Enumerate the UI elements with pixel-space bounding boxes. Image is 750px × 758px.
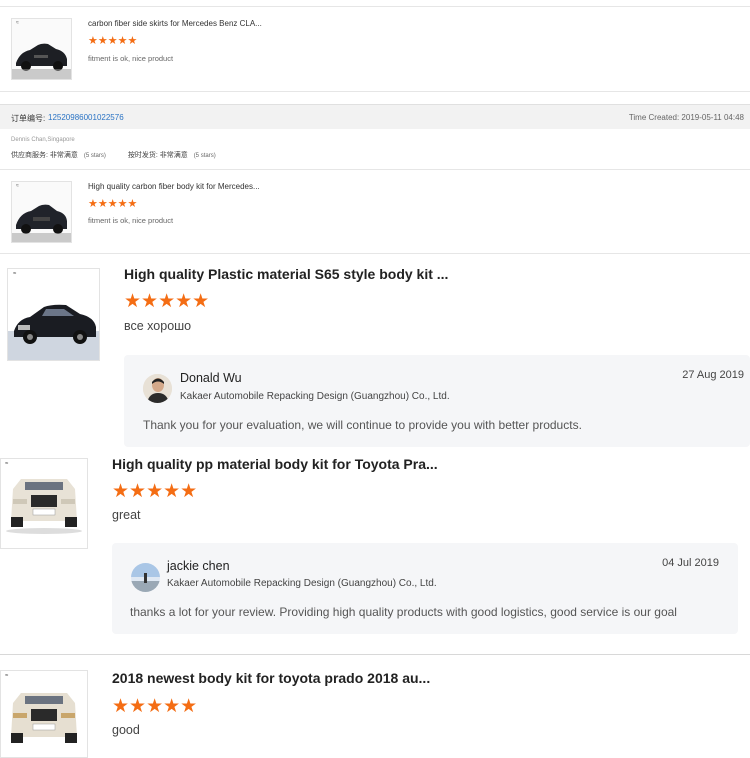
divider	[0, 169, 750, 170]
divider	[0, 91, 750, 92]
order-header: 订单编号: 12520986001022576 Time Created: 20…	[0, 104, 750, 129]
reply-author: jackie chen	[167, 559, 230, 573]
reply-text: Thank you for your evaluation, we will c…	[143, 418, 582, 432]
reply-company: Kakaer Automobile Repacking Design (Guan…	[180, 391, 450, 402]
product-title[interactable]: High quality pp material body kit for To…	[112, 456, 438, 472]
supplier-reply: jackie chen Kakaer Automobile Repacking …	[112, 543, 738, 634]
avatar	[143, 374, 172, 403]
review-comment: все хорошо	[124, 319, 192, 333]
divider	[0, 6, 750, 7]
review-comment: good	[112, 723, 140, 737]
service-label: 供应商服务:	[11, 152, 48, 159]
product-title[interactable]: 2018 newest body kit for toyota prado 20…	[112, 670, 430, 686]
brand-logo: ≈	[16, 183, 19, 189]
product-title[interactable]: High quality Plastic material S65 style …	[124, 266, 448, 282]
buyer-info: Dennis Chan,Singapore	[11, 137, 75, 143]
time-created: Time Created: 2019-05-11 04:48	[628, 113, 744, 122]
service-stars: (5 stars)	[83, 153, 106, 159]
review-comment: fitment is ok, nice product	[88, 54, 174, 63]
delivery-label: 按时发货:	[127, 152, 158, 159]
brand-logo: ≈	[13, 271, 17, 277]
service-value: 非常满意	[49, 152, 78, 159]
divider	[0, 253, 750, 254]
rating-stars: ★★★★★	[112, 696, 198, 717]
brand-logo: ≈	[16, 20, 19, 26]
rating-stars: ★★★★★	[112, 481, 198, 502]
brand-logo: ≈	[5, 673, 9, 679]
review-comment: fitment is ok, nice product	[88, 216, 174, 225]
rating-stars: ★★★★★	[124, 291, 210, 312]
product-thumbnail[interactable]: ≈	[11, 18, 72, 80]
reply-author: Donald Wu	[180, 371, 242, 385]
product-thumbnail[interactable]: ≈	[7, 268, 100, 361]
rating-stars: ★★★★★	[88, 198, 138, 210]
delivery-value: 非常满意	[159, 152, 188, 159]
brand-logo: ≈	[5, 461, 9, 467]
reply-date: 27 Aug 2019	[682, 369, 744, 381]
order-number-link[interactable]: 12520986001022576	[48, 113, 124, 122]
supplier-reply: Donald Wu Kakaer Automobile Repacking De…	[124, 355, 750, 447]
reply-text: thanks a lot for your review. Providing …	[130, 605, 677, 619]
review-comment: great	[112, 508, 141, 522]
product-thumbnail[interactable]: ≈	[11, 181, 72, 243]
supplier-ratings: 供应商服务: 非常满意 (5 stars) 按时发货: 非常满意 (5 star…	[11, 150, 216, 160]
divider	[0, 654, 750, 655]
avatar	[131, 563, 160, 592]
rating-stars: ★★★★★	[88, 35, 138, 47]
product-thumbnail[interactable]: ≈	[0, 458, 88, 549]
reply-company: Kakaer Automobile Repacking Design (Guan…	[167, 578, 437, 589]
delivery-stars: (5 stars)	[193, 153, 216, 159]
order-number-label: 订单编号:	[11, 114, 46, 123]
product-thumbnail[interactable]: ≈	[0, 670, 88, 758]
reply-date: 04 Jul 2019	[662, 557, 719, 569]
product-title[interactable]: carbon fiber side skirts for Mercedes Be…	[88, 19, 262, 28]
product-title[interactable]: High quality carbon fiber body kit for M…	[88, 182, 260, 191]
